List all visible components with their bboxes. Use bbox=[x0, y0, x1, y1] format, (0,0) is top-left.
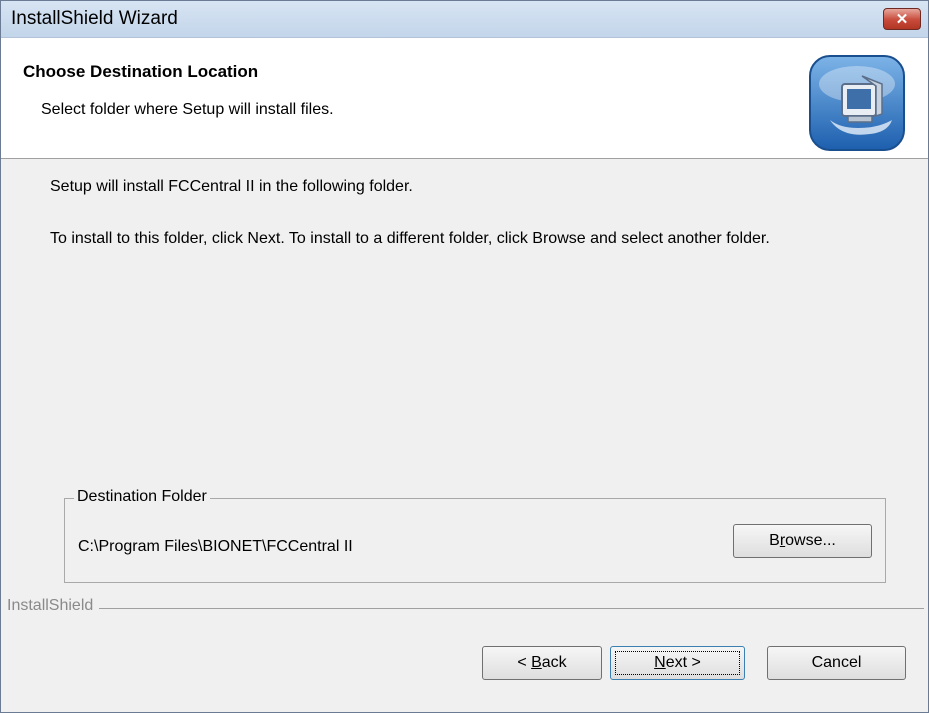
back-button[interactable]: < Back bbox=[482, 646, 602, 680]
back-mnemonic: B bbox=[531, 654, 542, 671]
title-bar[interactable]: InstallShield Wizard ✕ bbox=[1, 1, 928, 38]
page-title: Choose Destination Location bbox=[23, 62, 259, 81]
back-label-rest: ack bbox=[541, 654, 567, 671]
destination-path: C:\Program Files\BIONET\FCCentral II bbox=[78, 538, 353, 555]
next-button[interactable]: Next > bbox=[610, 646, 745, 680]
brand-divider bbox=[7, 608, 924, 609]
cancel-label: Cancel bbox=[811, 654, 862, 671]
install-instructions-text: To install to this folder, click Next. T… bbox=[50, 230, 770, 247]
wizard-header: Choose Destination Location Select folde… bbox=[1, 38, 928, 159]
installshield-brand: InstallShield bbox=[7, 597, 100, 615]
browse-label-part: B bbox=[769, 532, 780, 549]
installshield-window: InstallShield Wizard ✕ Choose Destinatio… bbox=[0, 0, 929, 713]
browse-button[interactable]: Br owse... bbox=[733, 524, 872, 558]
window-title: InstallShield Wizard bbox=[11, 8, 178, 29]
back-label-part: < bbox=[517, 654, 532, 671]
cancel-button[interactable]: Cancel bbox=[767, 646, 906, 680]
browse-label-rest: owse... bbox=[785, 532, 836, 549]
close-icon: ✕ bbox=[895, 11, 909, 28]
close-button[interactable]: ✕ bbox=[883, 8, 921, 30]
installer-computer-icon bbox=[809, 55, 905, 151]
install-info-text: Setup will install FCCentral II in the f… bbox=[50, 178, 413, 195]
page-subtitle: Select folder where Setup will install f… bbox=[41, 101, 334, 118]
focus-rectangle bbox=[615, 651, 740, 675]
destination-folder-legend: Destination Folder bbox=[74, 488, 210, 506]
